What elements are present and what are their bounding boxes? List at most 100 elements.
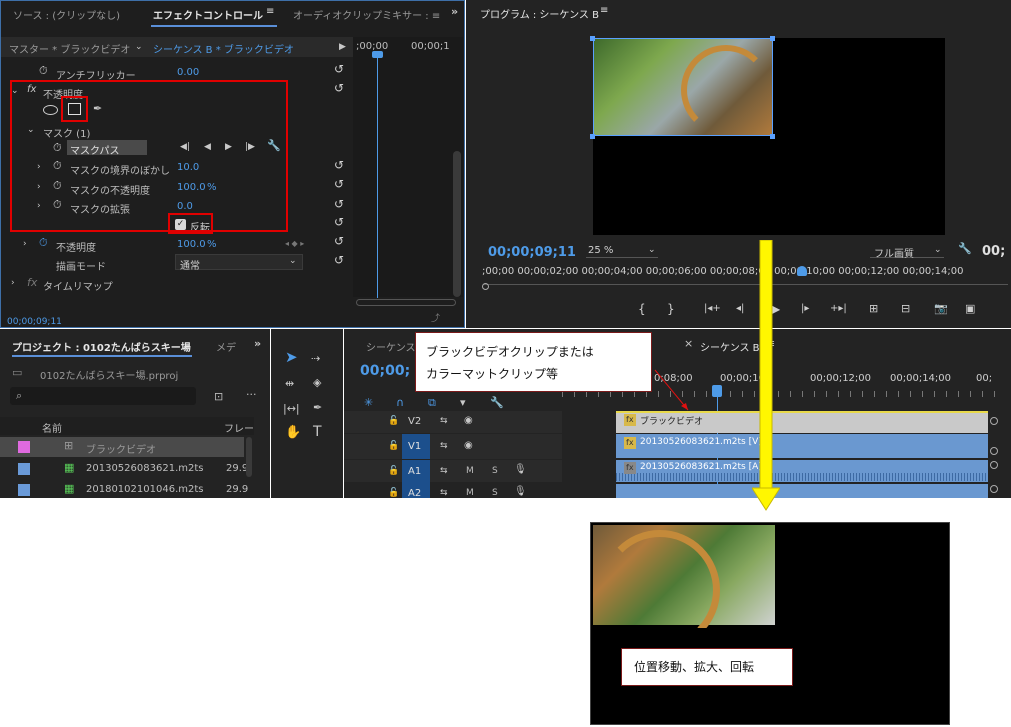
extract-button[interactable]: ⊟ <box>901 302 910 315</box>
opacity-value[interactable]: 100.0 <box>177 239 206 250</box>
track-label-v2[interactable]: V2 <box>408 416 421 427</box>
mark-out-button[interactable]: } <box>667 302 675 316</box>
solo-button[interactable]: S <box>492 488 498 498</box>
eye-icon[interactable]: ◉ <box>464 415 473 427</box>
compare-view-button[interactable]: ▣ <box>965 302 975 315</box>
track-label-v1[interactable]: V1 <box>408 441 421 452</box>
panel-overflow-icon[interactable]: » <box>451 6 458 18</box>
label-color-swatch[interactable] <box>18 463 30 475</box>
tab-sequence-b[interactable]: シーケンス B <box>700 339 760 354</box>
column-name-header[interactable]: 名前 <box>42 420 62 435</box>
type-tool-icon[interactable]: T <box>313 425 322 439</box>
lock-icon[interactable]: 🔓 <box>388 415 399 427</box>
project-title[interactable]: プロジェクト : 0102たんばらスキー場 <box>12 339 191 354</box>
slip-tool-icon[interactable]: |↔| <box>283 403 300 415</box>
track-height-handle[interactable] <box>990 417 998 425</box>
wrench-icon[interactable]: 🔧 <box>958 243 972 255</box>
razor-tool-icon[interactable]: ◈ <box>313 377 321 389</box>
scrollbar[interactable] <box>453 151 461 297</box>
track-height-handle[interactable] <box>990 447 998 455</box>
chevron-down-icon[interactable]: ⌄ <box>648 244 656 256</box>
scroll-handle[interactable] <box>482 283 489 290</box>
find-bin-icon[interactable]: ⊡ <box>214 391 223 403</box>
track-label-a1[interactable]: A1 <box>408 466 421 477</box>
program-timecode[interactable]: 00;00;09;11 <box>488 245 576 260</box>
reset-icon[interactable]: ↺ <box>334 253 344 267</box>
track-height-handle[interactable] <box>990 461 998 469</box>
reset-icon[interactable]: ↺ <box>334 215 344 229</box>
marker-icon[interactable]: ▾ <box>460 397 466 409</box>
track-select-tool-icon[interactable]: ⇢ <box>311 353 320 365</box>
go-to-out-button[interactable]: +▸| <box>830 303 847 314</box>
microphone-icon[interactable]: 🎙 <box>514 486 527 498</box>
microphone-icon[interactable]: 🎙 <box>514 464 527 476</box>
pen-tool-icon[interactable]: ✒ <box>313 402 322 414</box>
more-icon[interactable]: ··· <box>246 389 257 401</box>
mask-handle[interactable] <box>770 134 775 139</box>
chevron-down-icon[interactable]: ⌄ <box>135 41 143 53</box>
search-input[interactable] <box>10 387 196 405</box>
lock-icon[interactable]: 🔓 <box>388 440 399 452</box>
sync-lock-icon[interactable]: ⇆ <box>440 415 448 427</box>
lock-icon[interactable]: 🔓 <box>388 465 399 477</box>
lift-button[interactable]: ⊞ <box>869 302 878 315</box>
export-icon[interactable]: ⤴ <box>431 313 440 325</box>
tab-source[interactable]: ソース : (クリップなし) <box>13 7 120 22</box>
program-playhead[interactable] <box>797 266 807 276</box>
eye-icon[interactable]: ◉ <box>464 440 473 452</box>
reset-icon[interactable]: ↺ <box>334 62 344 76</box>
tab-media[interactable]: メデ <box>216 339 236 354</box>
clip-audio-a2[interactable] <box>616 484 988 498</box>
tab-sequence[interactable]: シーケンス <box>366 339 416 354</box>
sync-lock-icon[interactable]: ⇆ <box>440 465 448 477</box>
program-zoom-scroll[interactable] <box>484 284 1008 285</box>
go-to-in-button[interactable]: |◂+ <box>704 303 721 314</box>
sequence-clip-label[interactable]: シーケンス B * ブラックビデオ <box>153 41 294 56</box>
column-frame-header[interactable]: フレー <box>224 420 254 435</box>
mask-handle[interactable] <box>590 134 595 139</box>
step-forward-button[interactable]: |▸ <box>801 303 809 314</box>
export-frame-button[interactable]: 📷 <box>934 302 948 315</box>
tab-effect-controls[interactable]: エフェクトコントロール <box>153 7 263 22</box>
track-label-a2[interactable]: A2 <box>408 488 421 499</box>
master-clip-label[interactable]: マスター * ブラックビデオ <box>9 41 130 56</box>
solo-button[interactable]: S <box>492 466 498 476</box>
label-color-swatch[interactable] <box>18 441 30 453</box>
wrench-icon[interactable]: 🔧 <box>490 397 504 409</box>
chevron-down-icon[interactable]: ⌄ <box>934 244 942 256</box>
tab-audio-mixer[interactable]: オーディオクリップミキサー : ≡ <box>293 7 440 22</box>
mask-handle[interactable] <box>590 36 595 41</box>
mask-handle[interactable] <box>770 36 775 41</box>
mini-playhead-head[interactable] <box>372 51 383 58</box>
chevron-right-icon[interactable]: › <box>11 277 15 289</box>
project-scrollbar[interactable] <box>246 437 252 477</box>
anti-flicker-value[interactable]: 0.00 <box>177 67 199 78</box>
lock-icon[interactable]: 🔓 <box>388 487 399 499</box>
sync-lock-icon[interactable]: ⇆ <box>440 487 448 499</box>
stopwatch-icon[interactable]: ⏱ <box>39 65 48 77</box>
project-item-name[interactable]: 20180102101046.m2ts <box>86 484 204 495</box>
close-icon[interactable]: × <box>684 338 693 350</box>
program-menu[interactable]: ≡ <box>600 5 608 16</box>
snap-icon[interactable]: ✳ <box>364 397 373 409</box>
step-back-button[interactable]: ◂| <box>736 303 744 314</box>
timeline-timecode[interactable]: 00;00; <box>360 363 410 379</box>
label-color-swatch[interactable] <box>18 484 30 496</box>
tab-effect-menu[interactable]: ≡ <box>266 6 274 17</box>
add-marker-icon[interactable]: ⧉ <box>428 397 436 409</box>
hand-tool-icon[interactable]: ✋ <box>285 426 301 439</box>
program-title[interactable]: プログラム : シーケンス B <box>480 6 599 21</box>
reset-icon[interactable]: ↺ <box>334 197 344 211</box>
mini-playhead[interactable] <box>377 55 378 298</box>
reset-icon[interactable]: ↺ <box>334 234 344 248</box>
stopwatch-icon[interactable]: ⏱ <box>39 237 48 249</box>
mute-button[interactable]: M <box>466 466 474 476</box>
selection-tool-icon[interactable]: ➤ <box>285 350 298 365</box>
play-only-icon[interactable]: ▶ <box>339 41 346 53</box>
reset-icon[interactable]: ↺ <box>334 81 344 95</box>
sync-lock-icon[interactable]: ⇆ <box>440 440 448 452</box>
project-item-name[interactable]: ブラックビデオ <box>86 441 156 456</box>
keyframe-nav-icon[interactable]: ◂ ◆ ▸ <box>285 238 304 250</box>
ripple-edit-tool-icon[interactable]: ⇹ <box>285 378 294 390</box>
mini-zoom-scrollbar[interactable] <box>356 299 456 306</box>
